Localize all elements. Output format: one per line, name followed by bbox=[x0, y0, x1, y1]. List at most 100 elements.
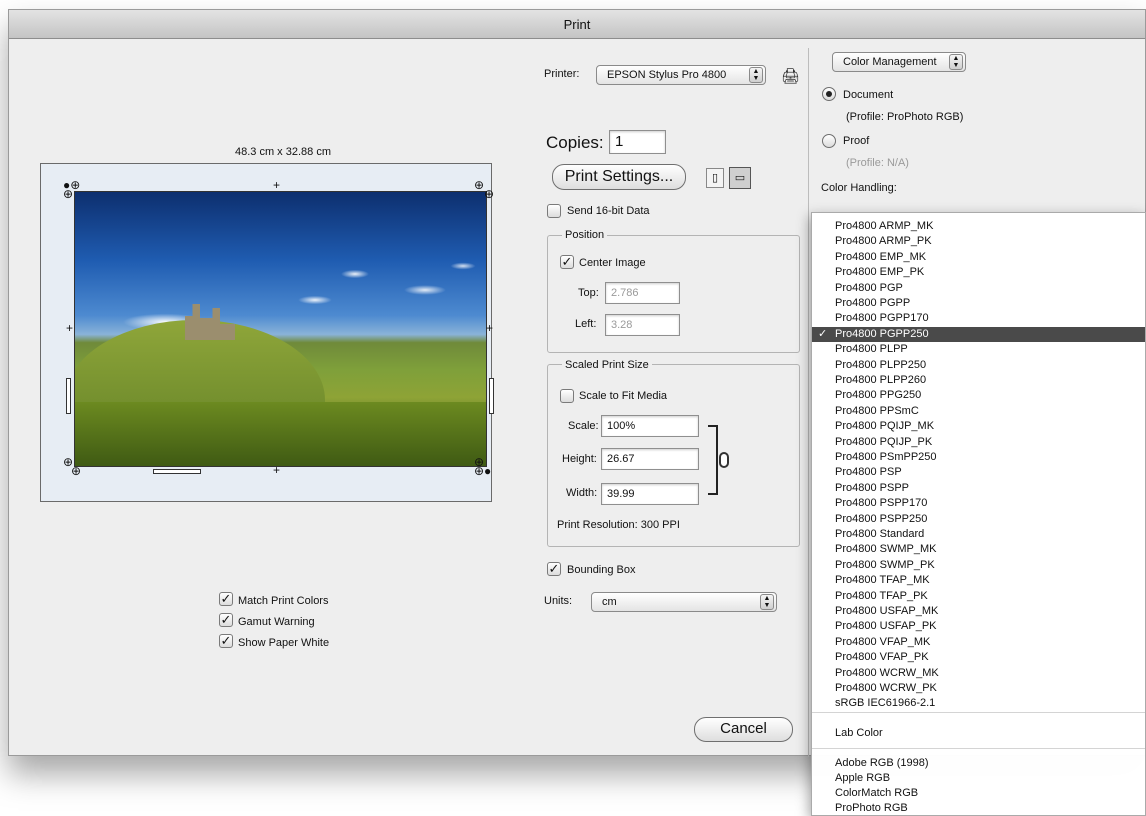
menu-separator bbox=[812, 748, 1145, 749]
menu-item-profile[interactable]: Pro4800 PPSmC bbox=[812, 404, 1145, 419]
menu-item-profile[interactable]: Pro4800 PSmPP250 bbox=[812, 450, 1145, 465]
height-field[interactable]: 26.67 bbox=[601, 448, 699, 470]
height-label: Height: bbox=[562, 453, 597, 465]
menu-item-profile[interactable]: sRGB IEC61966-2.1 bbox=[812, 696, 1145, 711]
top-label: Top: bbox=[578, 287, 599, 299]
send-16bit-label: Send 16-bit Data bbox=[567, 205, 650, 217]
menu-item-profile[interactable]: Pro4800 PGPP bbox=[812, 296, 1145, 311]
crop-mark-icon: + bbox=[486, 321, 494, 335]
document-radio[interactable] bbox=[822, 87, 836, 101]
scaled-print-size-title: Scaled Print Size bbox=[562, 359, 652, 371]
menu-item-label: Pro4800 PGPP250 bbox=[835, 327, 929, 340]
document-profile: (Profile: ProPhoto RGB) bbox=[846, 111, 964, 123]
gamut-warning-checkbox[interactable]: ✓ bbox=[219, 613, 233, 627]
menu-item-profile[interactable]: Pro4800 PGPP170 bbox=[812, 311, 1145, 326]
crop-mark-icon: + bbox=[66, 321, 74, 335]
menu-item-profile[interactable]: Pro4800 PSPP bbox=[812, 481, 1145, 496]
printer-setup-icon[interactable]: 🖨 bbox=[781, 67, 800, 85]
menu-item-profile[interactable]: Pro4800 PLPP250 bbox=[812, 358, 1145, 373]
crop-mark-icon: + bbox=[273, 463, 281, 477]
menu-item-profile[interactable]: Pro4800 EMP_MK bbox=[812, 250, 1145, 265]
menu-item-lab-color[interactable]: Lab Color bbox=[812, 726, 1145, 741]
link-proportions-icon[interactable] bbox=[719, 452, 729, 468]
menu-item-profile[interactable]: Pro4800 EMP_PK bbox=[812, 265, 1145, 280]
printer-profile-menu[interactable]: Pro4800 ARMP_MK Pro4800 ARMP_PK Pro4800 EM… bbox=[811, 212, 1146, 816]
printer-value: EPSON Stylus Pro 4800 bbox=[607, 69, 727, 81]
menu-item-profile[interactable]: Pro4800 SWMP_MK bbox=[812, 542, 1145, 557]
preview-image[interactable] bbox=[74, 191, 487, 467]
menu-item-profile[interactable]: Pro4800 PLPP bbox=[812, 342, 1145, 357]
corner-handle-icon[interactable]: ⊕ bbox=[71, 465, 81, 477]
menu-item-profile[interactable]: Pro4800 ARMP_PK bbox=[812, 234, 1145, 249]
menu-item-profile[interactable]: Pro4800 TFAP_MK bbox=[812, 573, 1145, 588]
menu-item-profile[interactable]: Pro4800 PQIJP_MK bbox=[812, 419, 1145, 434]
match-print-colors-checkbox[interactable]: ✓ bbox=[219, 592, 233, 606]
menu-item-profile[interactable]: Pro4800 PSPP250 bbox=[812, 512, 1145, 527]
width-label: Width: bbox=[566, 487, 598, 499]
show-paper-white-checkbox[interactable]: ✓ bbox=[219, 634, 233, 648]
menu-item-profile[interactable]: Pro4800 PSPP170 bbox=[812, 496, 1145, 511]
corner-handle-icon[interactable]: ⊕ bbox=[63, 188, 73, 200]
menu-item-profile[interactable]: Pro4800 WCRW_PK bbox=[812, 681, 1145, 696]
print-preview[interactable]: ●⊕ ⊕ + ⊕ ⊕ + + ⊕ ⊕ + ⊕ ⊕● bbox=[40, 163, 494, 502]
units-popup[interactable]: cm ▲ ▼ bbox=[591, 592, 777, 612]
checkmark-icon: ✓ bbox=[818, 327, 828, 340]
menu-item-profile[interactable]: Pro4800 VFAP_MK bbox=[812, 635, 1145, 650]
proof-profile: (Profile: N/A) bbox=[846, 157, 909, 169]
scale-to-fit-checkbox[interactable] bbox=[560, 389, 574, 403]
menu-item-profile[interactable]: ✓ Pro4800 PGPP250 bbox=[812, 326, 1145, 343]
side-handle-bottom[interactable] bbox=[153, 469, 201, 474]
position-title: Position bbox=[562, 229, 608, 241]
center-image-label: Center Image bbox=[579, 257, 646, 269]
crop-mark-icon: + bbox=[273, 178, 281, 192]
color-management-popup[interactable]: Color Management ▲ ▼ bbox=[832, 52, 966, 72]
corner-handle-icon[interactable]: ⊕● bbox=[474, 465, 491, 477]
menu-item-rgb-profile[interactable]: Apple RGB bbox=[812, 771, 1145, 786]
preview-castle bbox=[185, 304, 235, 340]
print-settings-button[interactable]: Print Settings... bbox=[552, 164, 686, 190]
portrait-orientation-icon[interactable]: ▯ bbox=[706, 168, 724, 188]
copies-field[interactable]: 1 bbox=[609, 130, 666, 154]
menu-item-profile[interactable]: Pro4800 Standard bbox=[812, 527, 1145, 542]
menu-item-profile[interactable]: Pro4800 USFAP_PK bbox=[812, 619, 1145, 634]
menu-item-profile[interactable]: Pro4800 PPG250 bbox=[812, 388, 1145, 403]
popup-arrows-icon: ▲ ▼ bbox=[949, 54, 963, 70]
proof-radio[interactable] bbox=[822, 134, 836, 148]
center-image-checkbox[interactable]: ✓ bbox=[560, 255, 574, 269]
constrain-bracket bbox=[708, 425, 718, 495]
menu-item-profile[interactable]: Pro4800 PLPP260 bbox=[812, 373, 1145, 388]
top-field[interactable]: 2.786 bbox=[605, 282, 680, 304]
width-field[interactable]: 39.99 bbox=[601, 483, 699, 505]
printer-popup[interactable]: EPSON Stylus Pro 4800 ▲ ▼ bbox=[596, 65, 766, 85]
match-print-colors-label: Match Print Colors bbox=[238, 595, 329, 607]
corner-handle-icon[interactable]: ⊕ bbox=[484, 188, 494, 200]
menu-item-rgb-profile[interactable]: ColorMatch RGB bbox=[812, 786, 1145, 801]
units-label: Units: bbox=[544, 595, 573, 607]
gamut-warning-label: Gamut Warning bbox=[238, 616, 315, 628]
menu-item-profile[interactable]: Pro4800 TFAP_PK bbox=[812, 589, 1145, 604]
print-resolution: Print Resolution: 300 PPI bbox=[557, 519, 680, 531]
menu-item-profile[interactable]: Pro4800 PGP bbox=[812, 281, 1145, 296]
send-16bit-checkbox[interactable] bbox=[547, 204, 561, 218]
bounding-box-checkbox[interactable]: ✓ bbox=[547, 562, 561, 576]
menu-item-profile[interactable]: Pro4800 PQIJP_PK bbox=[812, 435, 1145, 450]
popup-arrows-icon: ▲ ▼ bbox=[749, 67, 763, 83]
menu-item-profile[interactable]: Pro4800 ARMP_MK bbox=[812, 219, 1145, 234]
side-handle-right[interactable] bbox=[489, 378, 494, 414]
landscape-orientation-icon[interactable]: ▭ bbox=[729, 167, 751, 189]
menu-item-rgb-profile[interactable]: ProPhoto RGB bbox=[812, 801, 1145, 816]
corner-handle-icon[interactable]: ⊕ bbox=[474, 179, 484, 191]
menu-item-rgb-profile[interactable]: Adobe RGB (1998) bbox=[812, 756, 1145, 771]
left-field[interactable]: 3.28 bbox=[605, 314, 680, 336]
color-handling-label: Color Handling: bbox=[821, 182, 897, 194]
cancel-button[interactable]: Cancel bbox=[694, 717, 793, 742]
scale-field[interactable]: 100% bbox=[601, 415, 699, 437]
menu-item-profile[interactable]: Pro4800 SWMP_PK bbox=[812, 558, 1145, 573]
side-handle-left[interactable] bbox=[66, 378, 71, 414]
menu-item-profile[interactable]: Pro4800 WCRW_MK bbox=[812, 666, 1145, 681]
printer-label: Printer: bbox=[544, 68, 580, 80]
menu-item-profile[interactable]: Pro4800 VFAP_PK bbox=[812, 650, 1145, 665]
menu-item-profile[interactable]: Pro4800 PSP bbox=[812, 465, 1145, 480]
preview-foreground bbox=[75, 402, 486, 466]
menu-item-profile[interactable]: Pro4800 USFAP_MK bbox=[812, 604, 1145, 619]
